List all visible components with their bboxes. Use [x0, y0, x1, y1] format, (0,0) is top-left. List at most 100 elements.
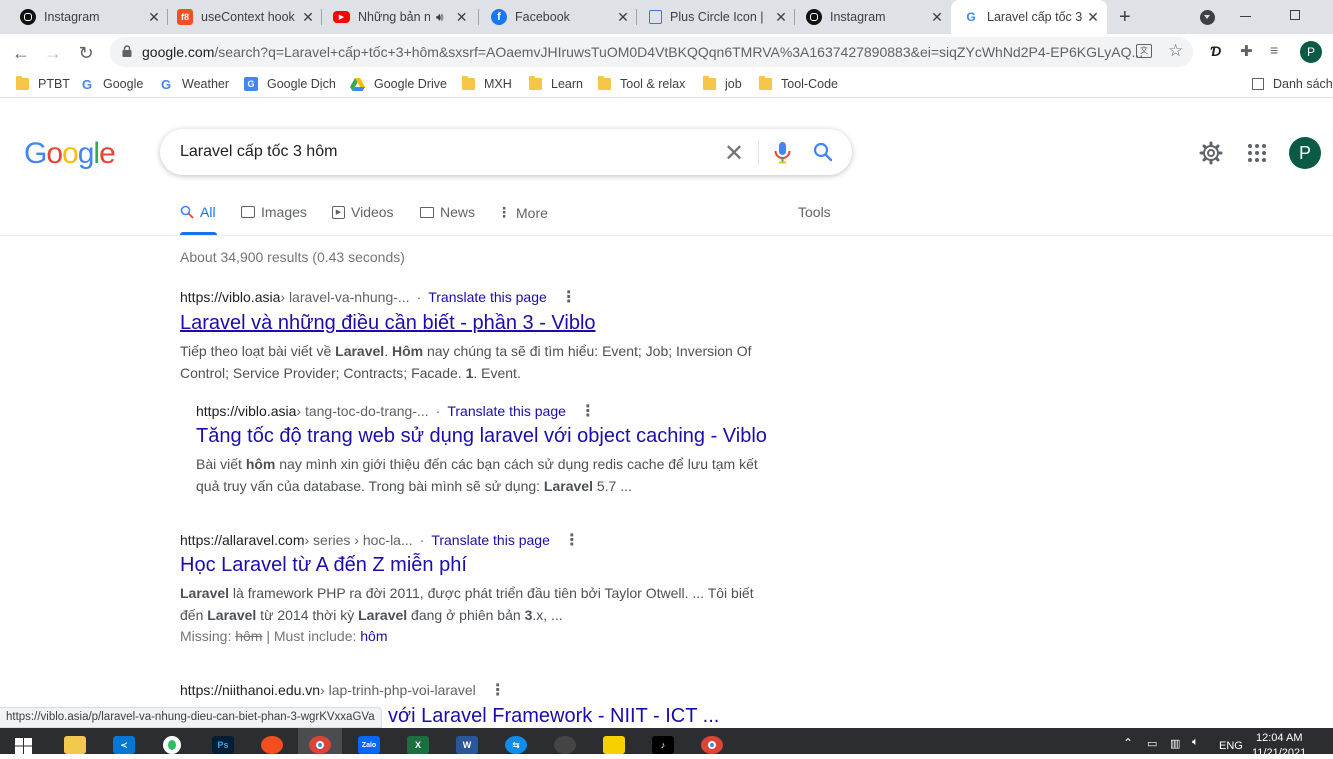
chrome-icon[interactable]: [309, 736, 331, 754]
browser-tab-plus-circle[interactable]: Plus Circle Icon | ✕: [637, 0, 795, 34]
tab-images[interactable]: Images: [241, 204, 307, 220]
forward-icon[interactable]: →: [40, 40, 66, 66]
google-logo[interactable]: Google: [24, 137, 116, 171]
clock-time[interactable]: 12:04 AM: [1256, 732, 1302, 744]
result-url[interactable]: https://niithanoi.edu.vn › lap-trinh-php…: [180, 680, 506, 700]
search-input[interactable]: Laravel cấp tốc 3 hôm: [180, 143, 337, 161]
result-title-link[interactable]: Laravel và những điều cần biết - phần 3 …: [180, 312, 596, 335]
result-url[interactable]: https://viblo.asia › tang-toc-do-trang-.…: [196, 401, 596, 421]
browser-tab-youtube[interactable]: ▶ Những bản n 🔊︎ ✕: [321, 0, 479, 34]
translate-icon[interactable]: 文: [1136, 44, 1152, 58]
more-vert-icon[interactable]: ⋮: [490, 680, 506, 700]
volume-icon[interactable]: 🔈︎: [1192, 736, 1199, 749]
tools-button[interactable]: Tools: [798, 204, 831, 220]
bookmark-folder-mxh[interactable]: MXH: [462, 75, 512, 93]
back-icon[interactable]: ←: [8, 40, 34, 66]
bookmark-folder-learn[interactable]: Learn: [529, 75, 583, 93]
search-icon: [180, 205, 194, 219]
camera-icon[interactable]: ▭: [1147, 737, 1157, 750]
close-icon[interactable]: ✕: [615, 9, 631, 26]
tab-news[interactable]: News: [420, 204, 475, 220]
close-icon[interactable]: ✕: [454, 9, 470, 26]
draw-tool-icon[interactable]: [261, 736, 283, 754]
translate-link[interactable]: Translate this page: [447, 403, 566, 419]
account-avatar[interactable]: P: [1289, 137, 1321, 169]
sticky-notes-icon[interactable]: [603, 736, 625, 754]
reading-list[interactable]: Danh sách: [1252, 75, 1333, 93]
vscode-icon[interactable]: ≺: [113, 736, 135, 754]
clear-icon[interactable]: ✕: [723, 139, 745, 168]
bookmark-google[interactable]: G Google: [80, 75, 143, 93]
bookmark-folder-tool-relax[interactable]: Tool & relax: [598, 75, 685, 93]
chrome-icon[interactable]: [701, 736, 723, 754]
result-snippet: Laravel là framework PHP ra đời 2011, đư…: [180, 585, 754, 623]
apps-grid-icon[interactable]: [1248, 144, 1266, 162]
reload-icon[interactable]: ↻: [73, 40, 99, 66]
must-include-link[interactable]: hôm: [360, 628, 387, 644]
restore-icon[interactable]: [1290, 10, 1300, 20]
excel-icon[interactable]: X: [407, 736, 429, 754]
close-icon[interactable]: ✕: [1085, 9, 1101, 26]
result-url[interactable]: https://viblo.asia › laravel-va-nhung-..…: [180, 287, 577, 307]
close-icon[interactable]: ✕: [929, 9, 945, 26]
result-host: https://viblo.asia: [180, 289, 281, 305]
search-box[interactable]: Laravel cấp tốc 3 hôm ✕: [160, 129, 852, 175]
instagram-icon: [806, 9, 822, 25]
zalo-icon[interactable]: Zalo: [358, 736, 380, 754]
close-icon[interactable]: ✕: [300, 9, 316, 26]
more-vert-icon[interactable]: ⋮: [564, 530, 580, 550]
browser-tab-usecontext[interactable]: f8 useContext hook ✕: [165, 0, 322, 34]
browser-tab-instagram-2[interactable]: Instagram ✕: [794, 0, 951, 34]
bookmark-google-drive[interactable]: Google Drive: [350, 75, 447, 93]
star-icon[interactable]: ☆: [1168, 41, 1183, 61]
language-indicator[interactable]: ENG: [1219, 740, 1243, 752]
windows-start-icon[interactable]: [15, 738, 32, 754]
browser-tab-instagram[interactable]: Instagram ✕: [8, 0, 168, 34]
new-tab-plus-icon[interactable]: +: [1119, 6, 1131, 29]
tab-all[interactable]: All: [180, 204, 216, 220]
teamviewer-icon[interactable]: ⇆: [505, 736, 527, 754]
tab-videos[interactable]: ▶ Videos: [332, 204, 394, 220]
tiktok-icon[interactable]: ♪: [652, 736, 674, 754]
translate-link[interactable]: Translate this page: [428, 289, 547, 305]
evernote-icon[interactable]: [163, 736, 181, 754]
extension-d-icon[interactable]: Ɗ: [1210, 43, 1221, 59]
close-icon[interactable]: ✕: [773, 9, 789, 26]
address-bar[interactable]: google.com/search?q=Laravel+cấp+tốc+3+hô…: [110, 37, 1193, 67]
clock-date[interactable]: 11/21/2021: [1252, 747, 1306, 759]
browser-tab-facebook[interactable]: f Facebook ✕: [479, 0, 637, 34]
tab-search-icon[interactable]: [1200, 10, 1215, 25]
settings-gear-icon[interactable]: [1199, 141, 1223, 165]
result-title-link[interactable]: Học Laravel từ A đến Z miễn phí: [180, 554, 467, 577]
bookmark-folder-job[interactable]: job: [703, 75, 742, 93]
more-vert-icon[interactable]: ⋮: [580, 401, 596, 421]
extensions-puzzle-icon[interactable]: ✚: [1240, 42, 1253, 60]
result-url[interactable]: https://allaravel.com › series › hoc-la.…: [180, 530, 580, 550]
obs-icon[interactable]: [554, 736, 576, 754]
result-title-link[interactable]: với Laravel Framework - NIIT - ICT ...: [388, 705, 719, 728]
bookmark-weather[interactable]: G Weather: [159, 75, 229, 93]
speaker-icon[interactable]: 🔊︎: [436, 10, 444, 25]
word-icon[interactable]: W: [456, 736, 478, 754]
result-title-link[interactable]: Tăng tốc độ trang web sử dụng laravel vớ…: [196, 425, 767, 448]
bookmark-google-dich[interactable]: G Google Dịch: [244, 75, 336, 93]
search-icon[interactable]: [813, 142, 833, 162]
result-host: https://niithanoi.edu.vn: [180, 682, 321, 698]
translate-link[interactable]: Translate this page: [431, 532, 550, 548]
profile-avatar[interactable]: P: [1300, 41, 1322, 63]
microphone-icon[interactable]: [774, 142, 791, 164]
bookmark-label: Learn: [551, 77, 583, 91]
tab-title: Những bản n: [358, 10, 430, 24]
network-icon[interactable]: ▥: [1170, 737, 1180, 750]
bookmark-folder-ptbt[interactable]: PTBT: [16, 75, 70, 93]
minimize-icon[interactable]: [1240, 16, 1251, 17]
tray-chevron-icon[interactable]: ⌃: [1123, 736, 1133, 750]
close-icon[interactable]: ✕: [146, 9, 162, 26]
bookmark-folder-tool-code[interactable]: Tool-Code: [759, 75, 838, 93]
photoshop-icon[interactable]: Ps: [212, 736, 234, 754]
more-vert-icon[interactable]: ⋮: [561, 287, 577, 307]
media-control-icon[interactable]: ≡: [1270, 42, 1278, 58]
browser-tab-google-search[interactable]: G Laravel cấp tốc 3 ✕: [951, 0, 1107, 34]
file-explorer-icon[interactable]: [64, 736, 86, 754]
tab-more[interactable]: ⋮ More: [497, 204, 548, 221]
